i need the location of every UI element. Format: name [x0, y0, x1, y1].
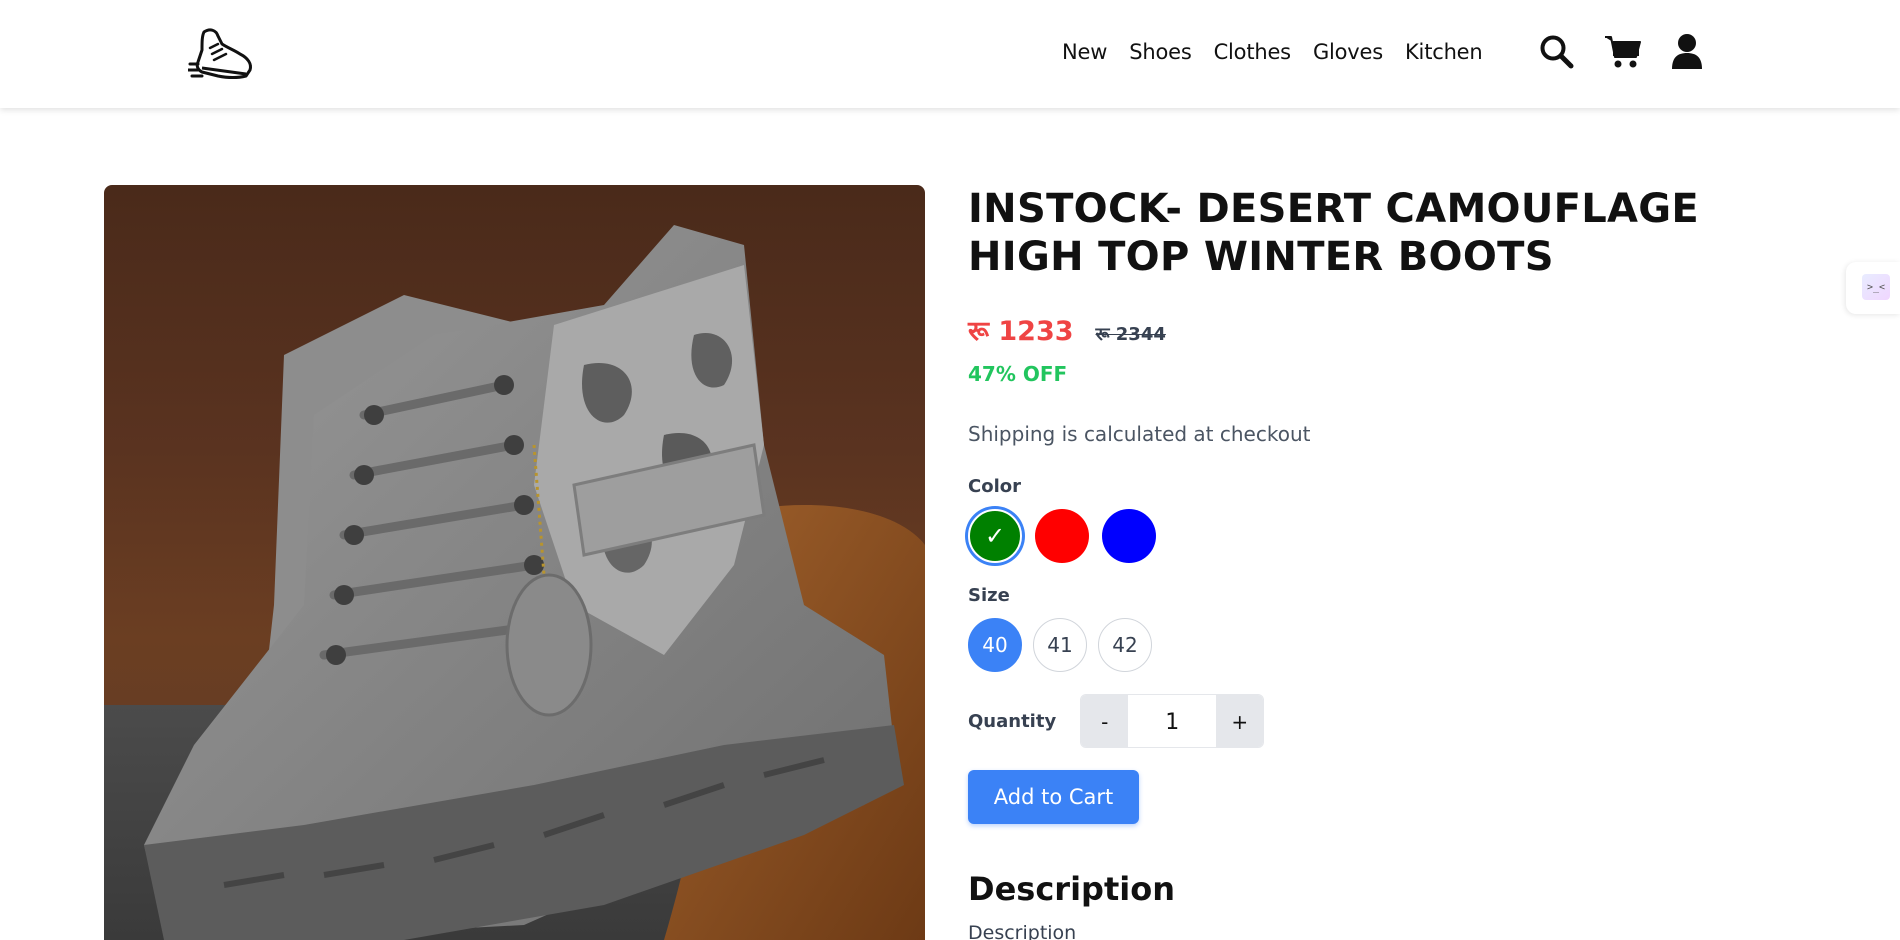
description-text: Description — [968, 922, 1077, 940]
side-widget[interactable]: >_< — [1846, 262, 1900, 314]
price-row: रू 1233 रू 2344 — [968, 311, 1768, 348]
quantity-label: Quantity — [968, 710, 1057, 732]
description-heading: Description — [968, 870, 1175, 908]
product-title: INSTOCK- DESERT CAMOUFLAGE HIGH TOP WINT… — [968, 186, 1700, 280]
color-swatch-green[interactable]: ✓ — [968, 509, 1022, 563]
product-image[interactable] — [104, 185, 925, 940]
discount-badge: 47% OFF — [968, 362, 1068, 386]
quantity-stepper: - 1 + — [1080, 694, 1265, 748]
quantity-input[interactable]: 1 — [1128, 695, 1217, 747]
product-info: INSTOCK- DESERT CAMOUFLAGE HIGH TOP WINT… — [968, 185, 1768, 940]
shoe-logo-icon[interactable] — [186, 24, 256, 84]
add-to-cart-button[interactable]: Add to Cart — [968, 770, 1139, 824]
size-options: 40 41 42 — [968, 618, 1768, 672]
nav-link-shoes[interactable]: Shoes — [1129, 40, 1192, 64]
cart-icon[interactable] — [1604, 33, 1641, 69]
size-option-42[interactable]: 42 — [1098, 618, 1152, 672]
color-swatch-blue[interactable] — [1102, 509, 1156, 563]
size-label: Size — [968, 585, 1010, 606]
size-option-40[interactable]: 40 — [968, 618, 1022, 672]
decrement-button[interactable]: - — [1081, 695, 1129, 747]
nav-link-kitchen[interactable]: Kitchen — [1405, 40, 1483, 64]
size-option-41[interactable]: 41 — [1033, 618, 1087, 672]
shipping-note: Shipping is calculated at checkout — [968, 422, 1311, 446]
increment-button[interactable]: + — [1216, 695, 1264, 747]
compare-price: रू 2344 — [1095, 324, 1166, 345]
color-swatch-red[interactable] — [1035, 509, 1089, 563]
header-icons — [1538, 33, 1706, 69]
user-icon[interactable] — [1670, 33, 1706, 69]
sale-price: रू 1233 — [968, 316, 1074, 347]
nav-link-clothes[interactable]: Clothes — [1214, 40, 1292, 64]
site-header: New Shoes Clothes Gloves Kitchen — [0, 0, 1900, 108]
quantity-row: Quantity - 1 + — [968, 694, 1768, 748]
main-nav: New Shoes Clothes Gloves Kitchen — [1062, 40, 1483, 64]
search-icon[interactable] — [1538, 33, 1574, 69]
color-swatches: ✓ — [968, 509, 1768, 563]
color-label: Color — [968, 476, 1021, 497]
widget-icon: >_< — [1862, 274, 1890, 300]
nav-link-new[interactable]: New — [1062, 40, 1107, 64]
nav-link-gloves[interactable]: Gloves — [1313, 40, 1383, 64]
